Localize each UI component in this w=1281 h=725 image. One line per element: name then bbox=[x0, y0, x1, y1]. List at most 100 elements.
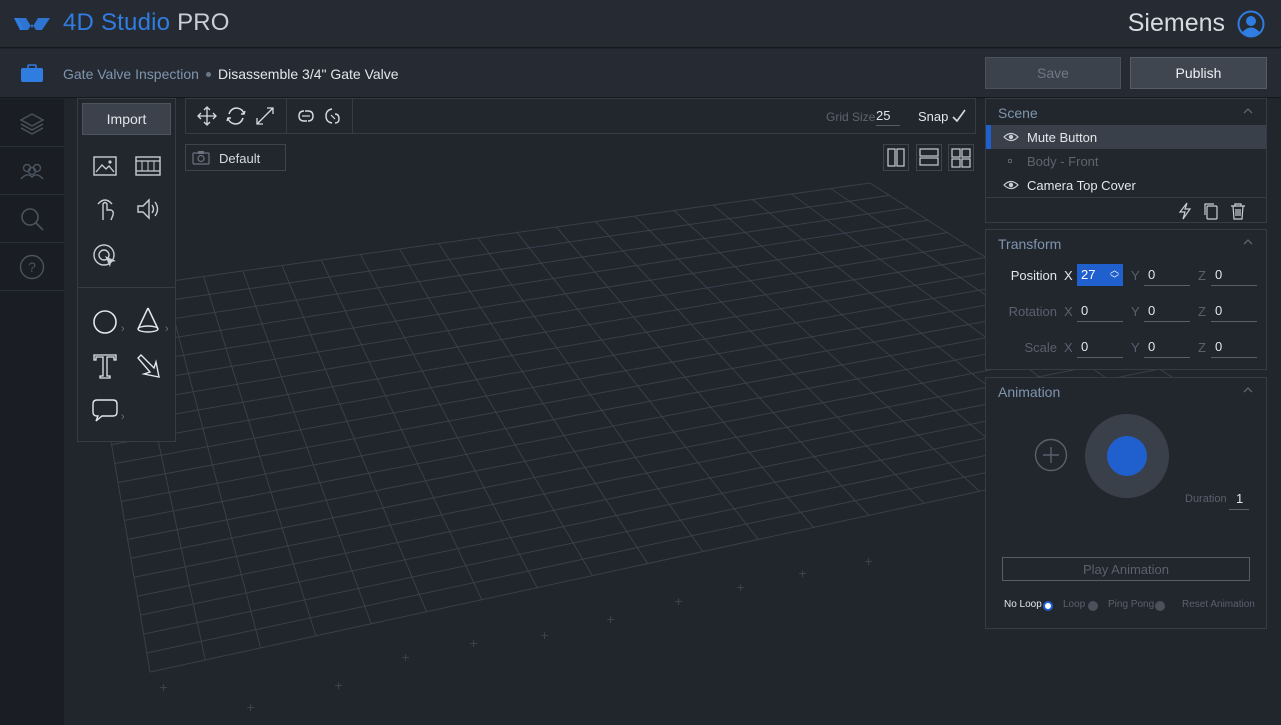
ping-pong-radio[interactable] bbox=[1155, 601, 1165, 611]
user-name[interactable]: Siemens bbox=[1128, 9, 1225, 38]
layout-split-vertical-button[interactable] bbox=[883, 144, 909, 171]
touch-tool[interactable] bbox=[90, 194, 120, 224]
layout-quad-button[interactable] bbox=[948, 144, 974, 171]
grid-marker: + bbox=[736, 581, 745, 594]
rotation-x-input[interactable]: 0 bbox=[1077, 300, 1123, 322]
cone-tool-chevron-icon[interactable]: › bbox=[165, 323, 169, 335]
duration-input[interactable]: 1 bbox=[1229, 491, 1249, 510]
hotspot-tool[interactable] bbox=[90, 241, 120, 271]
hidden-indicator-icon[interactable] bbox=[1008, 159, 1012, 163]
users-icon bbox=[20, 163, 44, 179]
save-button[interactable]: Save bbox=[985, 57, 1121, 89]
link-tool[interactable] bbox=[295, 105, 317, 127]
unlink-tool[interactable] bbox=[322, 105, 344, 127]
quad-view-icon bbox=[951, 148, 971, 168]
duplicate-icon[interactable] bbox=[1202, 202, 1220, 220]
grid-marker: + bbox=[469, 637, 478, 650]
breadcrumb-project[interactable]: Gate Valve Inspection bbox=[63, 66, 199, 82]
rotation-z-axis: Z bbox=[1198, 304, 1206, 319]
scene-item[interactable]: Mute Button bbox=[986, 125, 1266, 149]
scale-z-input[interactable]: 0 bbox=[1211, 336, 1257, 358]
scene-item[interactable]: Camera Top Cover bbox=[986, 173, 1266, 197]
no-loop-radio[interactable] bbox=[1043, 601, 1053, 611]
video-tool[interactable] bbox=[133, 151, 163, 181]
scene-item-label: Body - Front bbox=[1027, 154, 1099, 169]
collapse-chevron-icon[interactable] bbox=[1242, 384, 1254, 396]
cone-tool[interactable] bbox=[133, 305, 163, 335]
audio-tool[interactable] bbox=[133, 194, 163, 224]
toolbar-separator bbox=[286, 99, 287, 133]
position-z-axis: Z bbox=[1198, 268, 1206, 283]
viewport-toolbar: Grid Size 25 Snap bbox=[185, 98, 976, 134]
nav-users[interactable] bbox=[0, 147, 64, 195]
camera-icon bbox=[192, 151, 210, 165]
arrow-icon bbox=[137, 354, 160, 378]
no-loop-label[interactable]: No Loop bbox=[1004, 599, 1042, 610]
grid-marker: + bbox=[334, 679, 343, 692]
scale-tool[interactable] bbox=[254, 105, 276, 127]
loop-label[interactable]: Loop bbox=[1063, 599, 1085, 610]
search-icon bbox=[21, 207, 44, 231]
layers-icon bbox=[19, 112, 45, 135]
scale-x-input[interactable]: 0 bbox=[1077, 336, 1123, 358]
eye-icon[interactable] bbox=[1003, 179, 1019, 191]
rotate-icon bbox=[226, 107, 246, 125]
play-animation-button[interactable]: Play Animation bbox=[1002, 557, 1250, 581]
nav-layers[interactable] bbox=[0, 99, 64, 147]
lightning-icon[interactable] bbox=[1176, 202, 1194, 220]
collapse-chevron-icon[interactable] bbox=[1242, 236, 1254, 248]
nav-search[interactable] bbox=[0, 195, 64, 243]
layout-split-horizontal-button[interactable] bbox=[916, 144, 942, 171]
scene-item[interactable]: Body - Front bbox=[986, 149, 1266, 173]
nav-help[interactable]: ? bbox=[0, 243, 64, 291]
split-vertical-icon bbox=[887, 148, 905, 167]
reset-animation-button[interactable]: Reset Animation bbox=[1182, 599, 1255, 610]
stepper-down-icon[interactable]: ﹀ bbox=[1110, 275, 1119, 284]
grid-marker: + bbox=[864, 555, 873, 568]
position-z-input[interactable]: 0 bbox=[1211, 264, 1257, 286]
grid-size-input[interactable]: 25 bbox=[876, 108, 900, 126]
scale-label: Scale bbox=[1024, 340, 1057, 355]
arrow-tool[interactable] bbox=[133, 351, 163, 381]
scene-item-label: Mute Button bbox=[1027, 130, 1098, 145]
grid-size-label: Grid Size bbox=[826, 110, 876, 124]
callout-tool-chevron-icon[interactable]: › bbox=[121, 411, 125, 423]
circle-tool[interactable] bbox=[90, 307, 120, 337]
text-tool[interactable] bbox=[90, 351, 120, 381]
scene-panel-title: Scene bbox=[998, 105, 1038, 121]
loop-radio[interactable] bbox=[1088, 601, 1098, 611]
circle-tool-chevron-icon[interactable]: › bbox=[121, 323, 125, 335]
image-tool[interactable] bbox=[90, 151, 120, 181]
snap-check-icon[interactable] bbox=[950, 107, 968, 125]
callout-tool[interactable] bbox=[90, 395, 120, 425]
rotation-y-axis: Y bbox=[1131, 304, 1140, 319]
publish-button[interactable]: Publish bbox=[1130, 57, 1267, 89]
split-horizontal-icon bbox=[919, 148, 939, 166]
snap-label[interactable]: Snap bbox=[918, 109, 948, 124]
video-icon bbox=[135, 156, 161, 176]
animation-dial-handle[interactable] bbox=[1107, 436, 1147, 476]
trash-icon[interactable] bbox=[1229, 202, 1247, 220]
ping-pong-label[interactable]: Ping Pong bbox=[1108, 599, 1154, 610]
move-tool[interactable] bbox=[196, 105, 218, 127]
briefcase-icon[interactable] bbox=[20, 64, 44, 83]
text-icon bbox=[93, 354, 117, 379]
rotate-tool[interactable] bbox=[225, 105, 247, 127]
eye-icon[interactable] bbox=[1003, 131, 1019, 143]
scale-y-input[interactable]: 0 bbox=[1144, 336, 1190, 358]
app-title-suffix: PRO bbox=[170, 9, 230, 36]
camera-selector[interactable]: Default bbox=[185, 144, 286, 171]
grid-marker: + bbox=[401, 651, 410, 664]
rotation-z-input[interactable]: 0 bbox=[1211, 300, 1257, 322]
rotation-y-input[interactable]: 0 bbox=[1144, 300, 1190, 322]
collapse-chevron-icon[interactable] bbox=[1242, 105, 1254, 117]
add-keyframe-icon[interactable] bbox=[1034, 438, 1068, 472]
grid-marker: + bbox=[159, 681, 168, 694]
user-avatar-icon[interactable] bbox=[1237, 10, 1265, 38]
position-y-input[interactable]: 0 bbox=[1144, 264, 1190, 286]
breadcrumb-bar: Gate Valve Inspection Disassemble 3/4" G… bbox=[0, 49, 1281, 98]
scene-item-label: Camera Top Cover bbox=[1027, 178, 1136, 193]
import-button[interactable]: Import bbox=[82, 103, 171, 135]
scale-z-axis: Z bbox=[1198, 340, 1206, 355]
cone-icon bbox=[137, 307, 159, 333]
